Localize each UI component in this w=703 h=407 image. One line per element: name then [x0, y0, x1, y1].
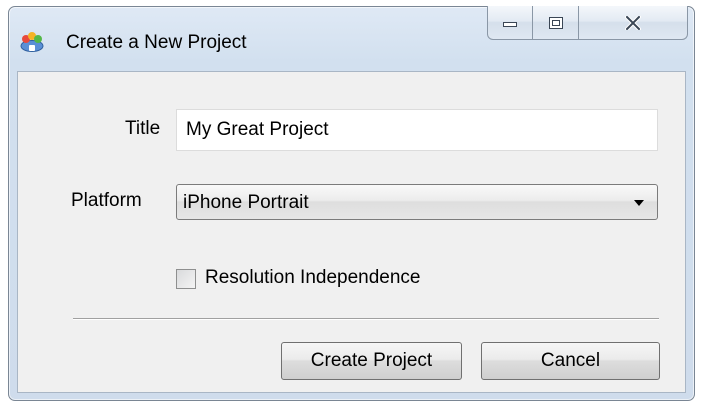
separator	[73, 318, 659, 320]
create-project-button[interactable]: Create Project	[281, 342, 462, 380]
caption-buttons	[487, 6, 688, 40]
platform-select-value: iPhone Portrait	[183, 192, 309, 213]
minimize-button[interactable]	[487, 6, 533, 40]
cancel-button[interactable]: Cancel	[481, 342, 660, 380]
app-tray-icon	[20, 32, 44, 52]
minimize-icon	[503, 21, 517, 27]
maximize-icon	[548, 16, 563, 29]
dialog-content: Title Platform iPhone Portrait Resolutio…	[17, 71, 686, 393]
resolution-independence-checkbox[interactable]	[176, 269, 196, 289]
window-title: Create a New Project	[66, 32, 247, 53]
create-project-dialog: Create a New Project Title My Great Proj…	[8, 6, 695, 401]
title-input[interactable]	[176, 109, 658, 151]
close-button[interactable]	[579, 6, 688, 40]
resolution-independence-label[interactable]: Resolution Independence	[205, 267, 421, 289]
platform-label: Platform	[71, 190, 142, 211]
maximize-button[interactable]	[533, 6, 579, 40]
close-icon	[625, 15, 641, 30]
dropdown-arrow-icon	[634, 200, 644, 206]
title-label: Title	[125, 118, 161, 139]
title-bar[interactable]: Create a New Project	[9, 6, 694, 71]
platform-select[interactable]: iPhone Portrait	[176, 184, 658, 220]
